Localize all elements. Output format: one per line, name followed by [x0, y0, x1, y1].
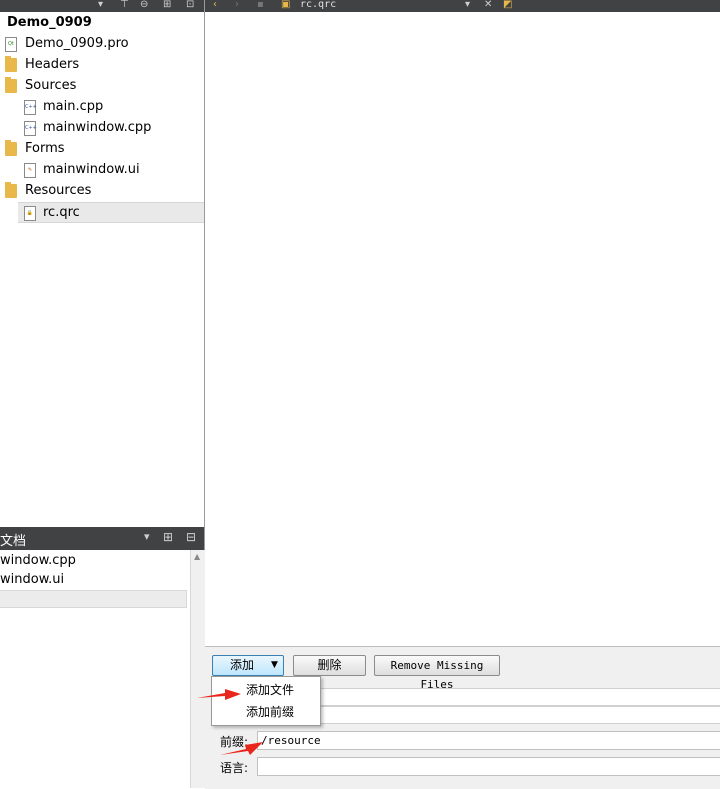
chevron-down-icon[interactable]: ▾	[465, 0, 470, 11]
tree-item-resources[interactable]: Resources	[0, 180, 204, 201]
tree-item-headers[interactable]: Headers	[0, 54, 204, 75]
tree-item-forms[interactable]: Forms	[0, 138, 204, 159]
list-item[interactable]: window.cpp	[0, 551, 186, 570]
chevron-down-icon[interactable]: ▾	[98, 0, 103, 11]
close-pane-icon[interactable]: ⊡	[186, 0, 194, 11]
add-button[interactable]: 添加 ▼	[212, 655, 284, 676]
tree-item-label: Forms	[25, 141, 65, 156]
close-icon[interactable]: ✕	[484, 0, 492, 11]
project-toolbar: ▾ ⊤ ⊖ ⊞ ⊡	[0, 0, 204, 12]
qrc-file-icon: ▣	[281, 0, 291, 10]
list-item[interactable]: window.ui	[0, 570, 186, 589]
link-icon[interactable]: ⊖	[140, 0, 148, 11]
project-tree: Demo_0909 Qt Demo_0909.pro Headers Sourc…	[0, 12, 204, 527]
tree-item-label: mainwindow.ui	[43, 162, 140, 177]
folder-icon	[5, 77, 17, 93]
tree-item-sources[interactable]: Sources	[0, 75, 204, 96]
annotation-arrow-icon	[220, 742, 263, 755]
prefix-field[interactable]: /resource	[257, 731, 720, 750]
tree-item-mainwindow-cpp[interactable]: C++ mainwindow.cpp	[0, 117, 204, 138]
split-icon[interactable]: ⊞	[163, 530, 173, 544]
menu-item-add-file[interactable]: 添加文件	[246, 680, 294, 700]
add-button-label: 添加	[230, 658, 255, 672]
folder-icon	[5, 140, 17, 156]
tree-item-rc-qrc[interactable]: 🔒 rc.qrc	[18, 202, 204, 223]
cpp-file-icon: C++	[24, 121, 37, 136]
tree-root[interactable]: Demo_0909	[0, 12, 204, 33]
menu-item-add-prefix[interactable]: 添加前缀	[246, 702, 294, 722]
tree-item-mainwindow-ui[interactable]: ✎ mainwindow.ui	[0, 159, 204, 180]
list-item-selected[interactable]	[0, 590, 187, 608]
chevron-down-icon: ▼	[271, 660, 278, 670]
tree-item-label: Demo_0909.pro	[25, 36, 129, 51]
chevron-down-icon[interactable]: ▾	[144, 530, 150, 543]
qrc-file-icon: 🔒	[24, 206, 36, 221]
tree-item-main-cpp[interactable]: C++ main.cpp	[0, 96, 204, 117]
project-name: Demo_0909	[7, 15, 92, 30]
remove-button[interactable]: 删除	[293, 655, 366, 676]
folder-icon	[5, 182, 17, 198]
tree-item-pro-file[interactable]: Qt Demo_0909.pro	[0, 33, 204, 54]
filter-icon[interactable]: ⊤	[120, 0, 129, 11]
tree-item-label: Headers	[25, 57, 80, 72]
remove-missing-files-button[interactable]: Remove Missing Files	[374, 655, 500, 691]
ui-file-icon: ✎	[24, 163, 36, 178]
open-documents-header: 文档 ▾ ⊞ ⊟	[0, 527, 204, 550]
tree-item-label: Sources	[25, 78, 77, 93]
tree-item-label: Resources	[25, 183, 92, 198]
resource-row	[319, 706, 720, 724]
folder-icon	[5, 56, 17, 72]
close-pane-icon[interactable]: ⊟	[186, 530, 196, 544]
scroll-up-icon[interactable]: ▲	[194, 552, 200, 561]
back-icon[interactable]: ‹	[213, 0, 217, 11]
split-editor-icon[interactable]: ◩	[503, 0, 512, 11]
scrollbar[interactable]: ▲	[190, 550, 205, 788]
editor-toolbar: ‹ › ▪ ▣ rc.qrc ▾ ✕ ◩	[205, 0, 720, 12]
editor-tab-filename[interactable]: rc.qrc	[300, 0, 336, 11]
open-documents-title: 文档	[0, 534, 27, 549]
pro-file-icon: Qt	[5, 37, 17, 52]
cpp-file-icon: C++	[24, 100, 37, 115]
language-label: 语言:	[220, 761, 249, 775]
open-documents-list: window.cpp window.ui	[0, 550, 190, 788]
split-icon[interactable]: ⊞	[163, 0, 171, 11]
annotation-arrow-icon	[197, 689, 241, 700]
tree-item-label: mainwindow.cpp	[43, 120, 152, 135]
file-icon: ▪	[257, 0, 264, 10]
resource-row	[319, 688, 720, 706]
language-field[interactable]	[257, 757, 720, 776]
tree-item-label: main.cpp	[43, 99, 104, 114]
tree-item-label: rc.qrc	[43, 205, 80, 220]
forward-icon[interactable]: ›	[235, 0, 239, 11]
